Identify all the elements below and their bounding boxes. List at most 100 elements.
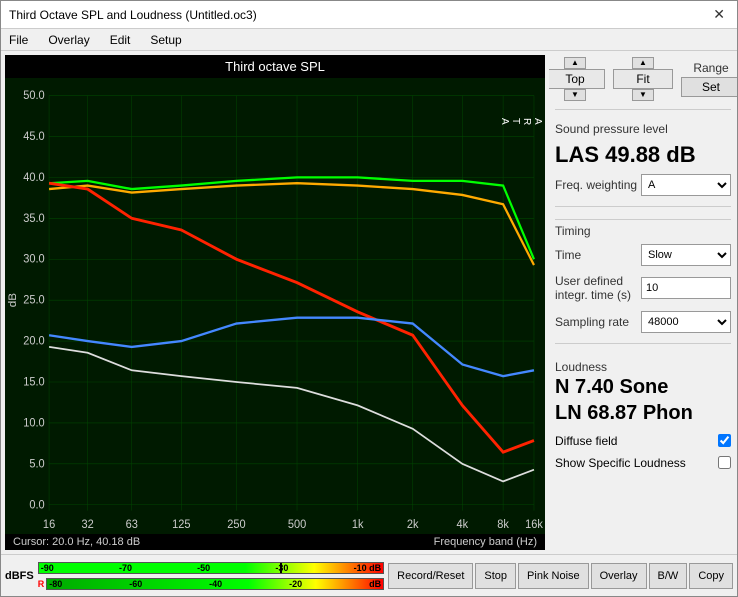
- r-letter: R: [38, 579, 45, 589]
- svg-text:0.0: 0.0: [29, 499, 44, 511]
- action-buttons: Record/Reset Stop Pink Noise Overlay B/W…: [388, 563, 733, 589]
- show-specific-row: Show Specific Loudness: [555, 456, 731, 470]
- menu-overlay[interactable]: Overlay: [44, 31, 93, 49]
- menu-bar: File Overlay Edit Setup: [1, 29, 737, 51]
- svg-text:50.0: 50.0: [23, 90, 44, 102]
- sampling-rate-label: Sampling rate: [555, 315, 629, 329]
- dbfs-label: dBFS: [5, 570, 34, 582]
- show-specific-label: Show Specific Loudness: [555, 456, 686, 470]
- tick-neg10db: -10 dB: [354, 563, 382, 573]
- tick-neg50: -50: [197, 563, 210, 573]
- meter-area: -90 -70 -50 -30 -10 dB R -80 -60 -40: [38, 560, 384, 592]
- freq-weighting-row: Freq. weighting A B C Z: [555, 174, 731, 196]
- chart-area: Third octave SPL: [5, 55, 545, 550]
- top-down-btn[interactable]: ▼: [564, 89, 586, 101]
- main-window: Third Octave SPL and Loudness (Untitled.…: [0, 0, 738, 597]
- svg-text:25.0: 25.0: [23, 294, 44, 306]
- tick-neg70: -70: [119, 563, 132, 573]
- time-select[interactable]: Fast Slow Impulse Equiv.: [641, 244, 731, 266]
- range-label: Range: [693, 61, 728, 75]
- svg-text:250: 250: [227, 519, 245, 531]
- svg-text:4k: 4k: [457, 519, 469, 531]
- tick-neg90: -90: [41, 563, 54, 573]
- range-group: Range Set: [681, 61, 737, 97]
- top-label: Top: [549, 69, 605, 89]
- svg-text:45.0: 45.0: [23, 131, 44, 143]
- menu-edit[interactable]: Edit: [106, 31, 135, 49]
- sampling-rate-select[interactable]: 44100 48000 96000: [641, 311, 731, 333]
- meter-ticks-top: -90 -70 -50 -30 -10 dB: [39, 563, 383, 573]
- svg-text:8k: 8k: [497, 519, 509, 531]
- close-button[interactable]: ✕: [709, 6, 729, 23]
- svg-text:20.0: 20.0: [23, 335, 44, 347]
- svg-text:63: 63: [126, 519, 138, 531]
- menu-setup[interactable]: Setup: [146, 31, 185, 49]
- tick-db: dB: [369, 579, 381, 589]
- svg-text:dB: dB: [7, 293, 19, 307]
- top-up-btn[interactable]: ▲: [564, 57, 586, 69]
- copy-button[interactable]: Copy: [689, 563, 733, 589]
- user-integr-row: User defined integr. time (s): [555, 274, 731, 303]
- loudness-section-label: Loudness: [555, 360, 731, 374]
- svg-text:2k: 2k: [407, 519, 419, 531]
- arta-label: ARTA: [499, 118, 543, 125]
- fit-spin-group: ▲ Fit ▼: [613, 57, 673, 101]
- chart-title: Third octave SPL: [5, 55, 545, 78]
- chart-footer: Cursor: 20.0 Hz, 40.18 dB Frequency band…: [5, 534, 545, 550]
- stop-button[interactable]: Stop: [475, 563, 516, 589]
- sampling-rate-row: Sampling rate 44100 48000 96000: [555, 311, 731, 333]
- svg-text:1k: 1k: [352, 519, 364, 531]
- loudness-section: Loudness N 7.40 Sone LN 68.87 Phon: [555, 356, 731, 426]
- svg-text:32: 32: [82, 519, 94, 531]
- diffuse-field-label: Diffuse field: [555, 434, 617, 448]
- tick-neg20: -20: [289, 579, 302, 589]
- svg-text:500: 500: [288, 519, 306, 531]
- spl-value: LAS 49.88 dB: [555, 142, 731, 168]
- svg-text:16k: 16k: [525, 519, 543, 531]
- svg-text:125: 125: [172, 519, 190, 531]
- pink-noise-button[interactable]: Pink Noise: [518, 563, 589, 589]
- show-specific-checkbox[interactable]: [718, 456, 731, 469]
- loudness-n-value: N 7.40 Sone: [555, 374, 731, 400]
- meter-bar-bot: -80 -60 -40 -20 dB: [46, 578, 384, 590]
- diffuse-field-row: Diffuse field: [555, 434, 731, 448]
- overlay-button[interactable]: Overlay: [591, 563, 647, 589]
- tick-neg60: -60: [129, 579, 142, 589]
- meter-row-top: -90 -70 -50 -30 -10 dB: [38, 560, 384, 576]
- cursor-info: Cursor: 20.0 Hz, 40.18 dB: [13, 536, 140, 548]
- set-button[interactable]: Set: [681, 77, 737, 97]
- time-label: Time: [555, 248, 581, 262]
- meter-ticks-bot: -80 -60 -40 -20 dB: [47, 579, 383, 589]
- time-row: Time Fast Slow Impulse Equiv.: [555, 244, 731, 266]
- chart-canvas: 50.0 45.0 40.0 35.0 30.0 25.0 20.0 15.0 …: [5, 78, 545, 534]
- tick-neg40: -40: [209, 579, 222, 589]
- x-unit-label: Frequency band (Hz): [434, 536, 537, 548]
- diffuse-field-checkbox[interactable]: [718, 434, 731, 447]
- timing-section-label: Timing: [555, 219, 731, 238]
- svg-text:5.0: 5.0: [29, 458, 44, 470]
- svg-text:15.0: 15.0: [23, 376, 44, 388]
- user-integr-input[interactable]: [641, 277, 731, 299]
- svg-text:16: 16: [43, 519, 55, 531]
- fit-down-btn[interactable]: ▼: [632, 89, 654, 101]
- freq-weighting-select[interactable]: A B C Z: [641, 174, 731, 196]
- chart-svg: 50.0 45.0 40.0 35.0 30.0 25.0 20.0 15.0 …: [5, 78, 545, 534]
- svg-text:35.0: 35.0: [23, 213, 44, 225]
- title-bar: Third Octave SPL and Loudness (Untitled.…: [1, 1, 737, 29]
- user-integr-label: User defined integr. time (s): [555, 274, 635, 303]
- menu-file[interactable]: File: [5, 31, 32, 49]
- svg-text:10.0: 10.0: [23, 417, 44, 429]
- right-panel: ▲ Top ▼ ▲ Fit ▼ Range Set Sound pressure…: [549, 51, 737, 554]
- bottom-bar: dBFS -90 -70 -50 -30 -10 dB R: [1, 554, 737, 596]
- fit-up-btn[interactable]: ▲: [632, 57, 654, 69]
- bw-button[interactable]: B/W: [649, 563, 688, 589]
- freq-weighting-label: Freq. weighting: [555, 178, 637, 192]
- meter-bar-top: -90 -70 -50 -30 -10 dB: [38, 562, 384, 574]
- svg-text:40.0: 40.0: [23, 172, 44, 184]
- tick-neg30: -30: [275, 563, 288, 573]
- meter-row-bot: R -80 -60 -40 -20 dB: [38, 576, 384, 592]
- fit-label: Fit: [613, 69, 673, 89]
- record-reset-button[interactable]: Record/Reset: [388, 563, 473, 589]
- loudness-ln-value: LN 68.87 Phon: [555, 400, 731, 426]
- top-spin-group: ▲ Top ▼: [549, 57, 605, 101]
